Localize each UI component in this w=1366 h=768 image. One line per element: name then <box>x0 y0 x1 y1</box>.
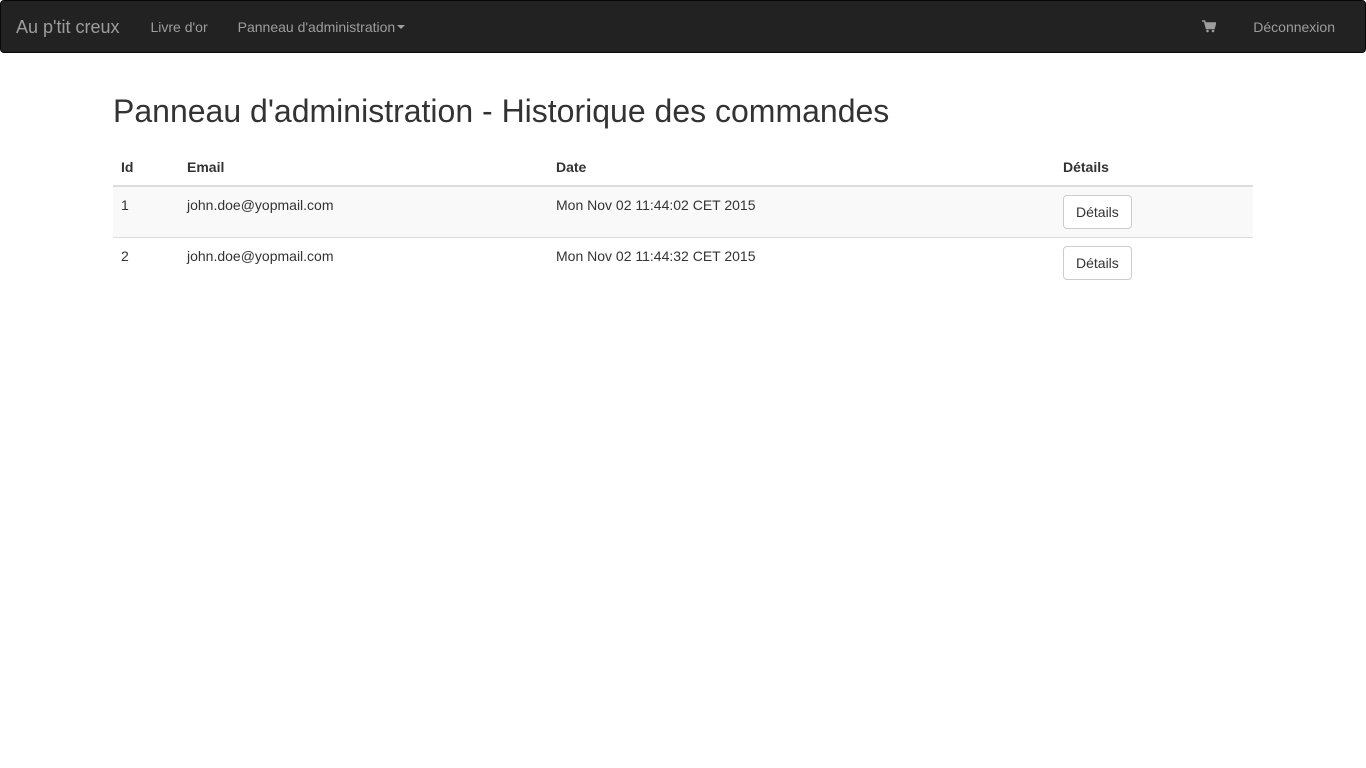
table-row: 1 john.doe@yopmail.com Mon Nov 02 11:44:… <box>113 186 1253 238</box>
nav-right-links: Déconnexion <box>1187 17 1350 37</box>
caret-down-icon <box>397 24 406 29</box>
orders-table: Id Email Date Détails 1 john.doe@yopmail… <box>113 149 1253 288</box>
header-email: Email <box>179 149 548 187</box>
cell-date: Mon Nov 02 11:44:02 CET 2015 <box>556 197 756 213</box>
header-date: Date <box>548 149 1055 187</box>
table-row: 2 john.doe@yopmail.com Mon Nov 02 11:44:… <box>113 237 1253 288</box>
logout-link[interactable]: Déconnexion <box>1238 17 1350 37</box>
header-details: Détails <box>1055 149 1253 187</box>
shopping-cart-icon <box>1202 20 1217 33</box>
cell-id: 1 <box>121 197 129 213</box>
nav-dropdown-admin[interactable]: Panneau d'administration <box>223 17 421 37</box>
nav-left-links: Livre d'or Panneau d'administration <box>135 17 420 37</box>
top-navbar: Au p'tit creux Livre d'or Panneau d'admi… <box>0 0 1366 53</box>
cell-id: 2 <box>113 237 179 288</box>
header-row: Id Email Date Détails <box>113 149 1253 187</box>
details-button[interactable]: Détails <box>1063 246 1132 280</box>
orders-table-header: Id Email Date Détails <box>113 149 1253 187</box>
cell-email: john.doe@yopmail.com <box>179 237 548 288</box>
page-title: Panneau d'administration - Historique de… <box>113 93 890 129</box>
nav-dropdown-admin-label: Panneau d'administration <box>237 18 396 35</box>
nav-link-livre-dor[interactable]: Livre d'or <box>135 17 222 37</box>
cell-details: Détails <box>1055 237 1253 288</box>
cell-date: Mon Nov 02 11:44:32 CET 2015 <box>548 237 1055 288</box>
main-container: Panneau d'administration - Historique de… <box>113 53 1253 288</box>
header-id: Id <box>113 149 179 187</box>
orders-table-body: 1 john.doe@yopmail.com Mon Nov 02 11:44:… <box>113 186 1253 288</box>
cart-link[interactable] <box>1187 20 1238 33</box>
cell-details: Détails <box>1055 186 1253 238</box>
navbar-brand[interactable]: Au p'tit creux <box>16 17 119 37</box>
details-button[interactable]: Détails <box>1063 195 1132 229</box>
cell-email: john.doe@yopmail.com <box>187 197 334 213</box>
